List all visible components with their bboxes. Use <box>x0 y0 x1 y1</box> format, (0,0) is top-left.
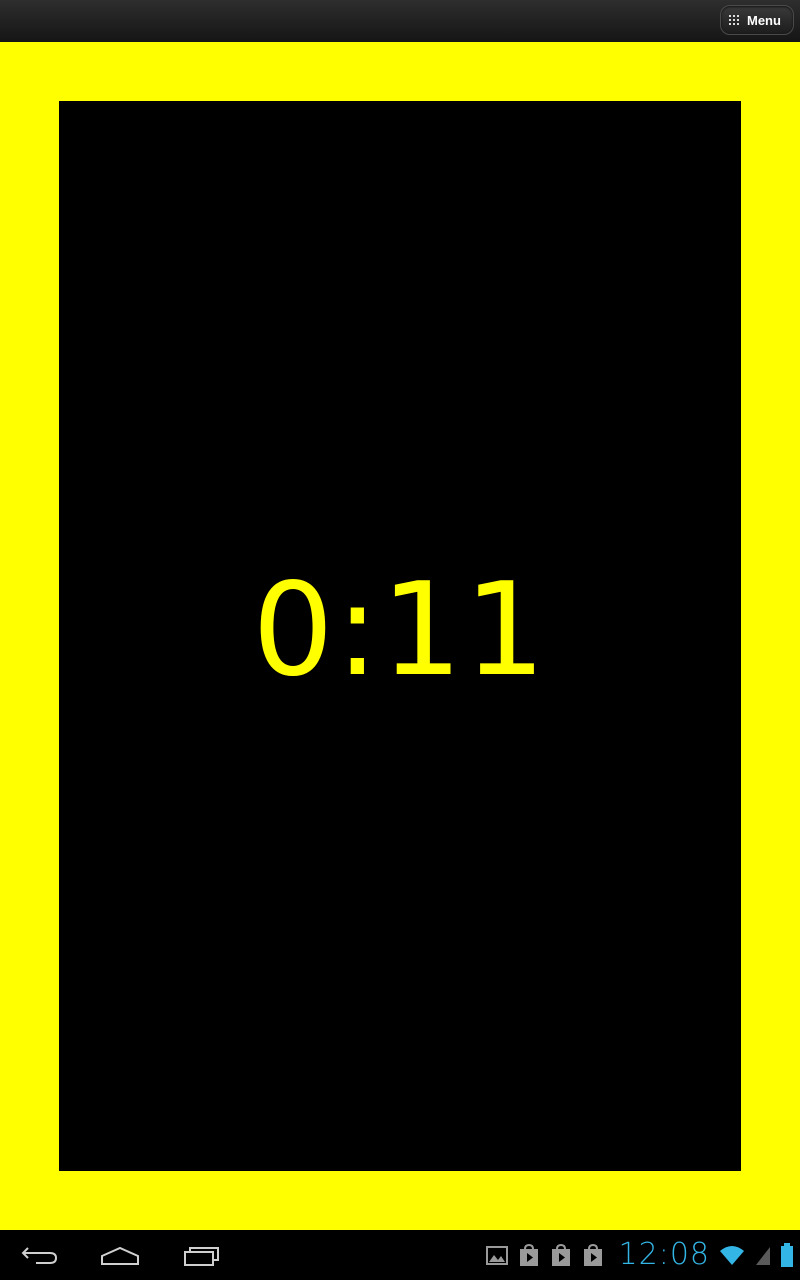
timer-display: 0:11 <box>252 556 548 705</box>
signal-icon <box>756 1247 770 1265</box>
system-navigation-bar: 12:08 <box>0 1230 800 1280</box>
wifi-icon <box>720 1246 744 1265</box>
play-store-icon <box>551 1243 570 1266</box>
recent-apps-button[interactable] <box>180 1240 224 1270</box>
clock: 12:08 <box>618 1237 710 1272</box>
home-button[interactable] <box>98 1240 142 1270</box>
timer-screen[interactable]: 0:11 <box>59 101 741 1171</box>
timer-frame: 0:11 <box>0 42 800 1230</box>
menu-button[interactable]: Menu <box>720 5 794 35</box>
back-icon <box>21 1247 58 1264</box>
battery-icon <box>781 1243 793 1267</box>
menu-button-label: Menu <box>747 12 781 28</box>
gallery-icon <box>485 1246 508 1265</box>
play-store-icon <box>583 1243 602 1266</box>
home-icon <box>101 1246 139 1265</box>
status-area[interactable]: 12:08 <box>485 1238 794 1272</box>
grid-icon <box>729 15 739 25</box>
action-bar: Menu <box>0 0 800 43</box>
play-store-icon <box>519 1243 538 1266</box>
back-button[interactable] <box>18 1240 62 1270</box>
recent-apps-icon <box>184 1247 219 1266</box>
